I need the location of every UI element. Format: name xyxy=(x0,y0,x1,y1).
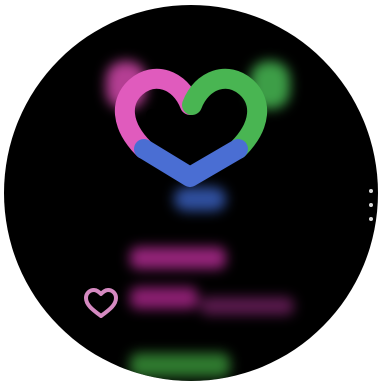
heart-outline-icon-shape xyxy=(84,288,118,318)
heart-outline-icon[interactable] xyxy=(74,283,128,327)
more-options-dot-3 xyxy=(369,217,373,221)
more-options-icon[interactable] xyxy=(366,189,376,221)
heart-inner-shadow xyxy=(146,109,234,161)
watch-face xyxy=(4,5,378,381)
more-options-dot-1 xyxy=(369,189,373,193)
activity-heart-icon xyxy=(114,68,268,187)
more-options-dot-2 xyxy=(369,203,373,207)
